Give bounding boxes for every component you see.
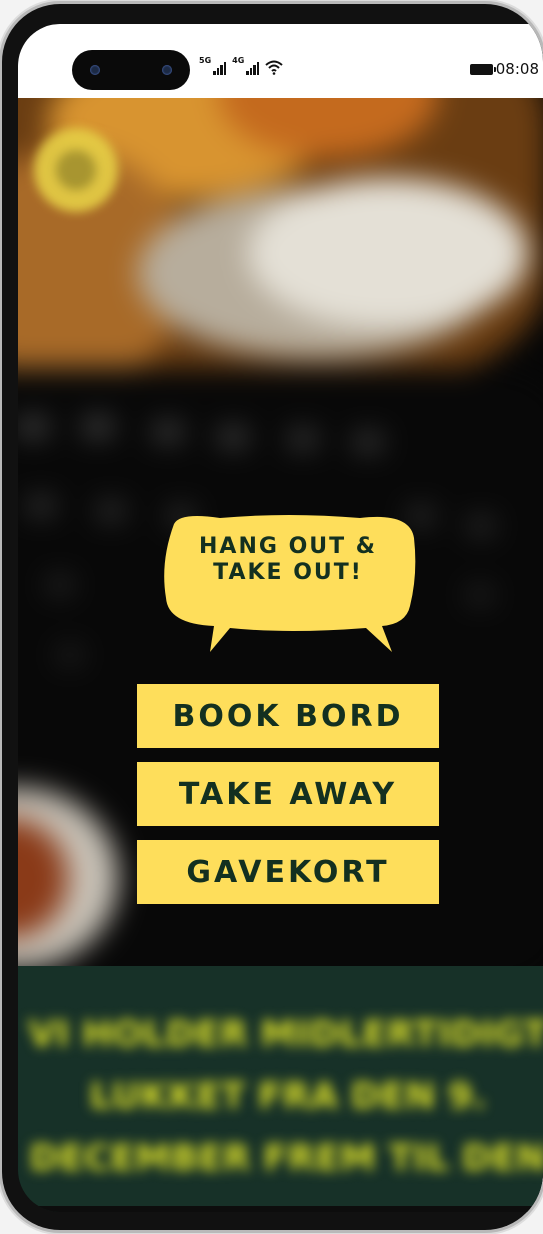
network-type-label-1: 5G: [199, 56, 212, 65]
take-away-button[interactable]: TAKE AWAY: [137, 762, 439, 826]
cellular-signal-4g-icon: 4G: [232, 56, 260, 75]
hero-section: HANG OUT & TAKE OUT! BOOK BORD TAKE AWAY…: [18, 98, 543, 966]
front-camera-icon: [90, 65, 100, 75]
book-table-button[interactable]: BOOK BORD: [137, 684, 439, 748]
camera-cutout: [72, 50, 190, 90]
bottom-bezel: [18, 1206, 543, 1212]
bubble-headline: HANG OUT & TAKE OUT!: [160, 534, 416, 586]
sensor-icon: [162, 65, 172, 75]
signal-indicators: 5G 4G: [199, 57, 283, 75]
speech-bubble: HANG OUT & TAKE OUT!: [160, 514, 416, 658]
gift-card-button[interactable]: GAVEKORT: [137, 840, 439, 904]
announcement-text: VI HOLDER MIDLERTIDIGT LUKKET FRA DEN 9.…: [18, 1004, 543, 1190]
cellular-signal-5g-icon: 5G: [199, 56, 227, 75]
bubble-line-1: HANG OUT &: [199, 534, 377, 559]
status-right: 08:08: [469, 60, 539, 78]
clock-time: 08:08: [495, 60, 539, 78]
announcement-line-2: LUKKET FRA DEN 9.: [89, 1076, 487, 1117]
announcement-section: VI HOLDER MIDLERTIDIGT LUKKET FRA DEN 9.…: [18, 966, 543, 1212]
network-type-label-2: 4G: [232, 56, 245, 65]
battery-icon: [469, 63, 496, 75]
announcement-line-1: VI HOLDER MIDLERTIDIGT: [28, 1014, 543, 1055]
announcement-line-3: DECEMBER FREM TIL DEN: [29, 1138, 543, 1179]
bubble-line-2: TAKE OUT!: [213, 560, 363, 585]
hero-content: HANG OUT & TAKE OUT! BOOK BORD TAKE AWAY…: [18, 98, 543, 966]
phone-frame: 5G 4G 08:08 HANG OUT & TAKE OUT! BOOK BO…: [2, 4, 543, 1230]
wifi-icon: [265, 59, 283, 75]
phone-screen: 5G 4G 08:08 HANG OUT & TAKE OUT! BOOK BO…: [18, 24, 543, 1212]
status-bar: 5G 4G 08:08: [18, 24, 543, 98]
